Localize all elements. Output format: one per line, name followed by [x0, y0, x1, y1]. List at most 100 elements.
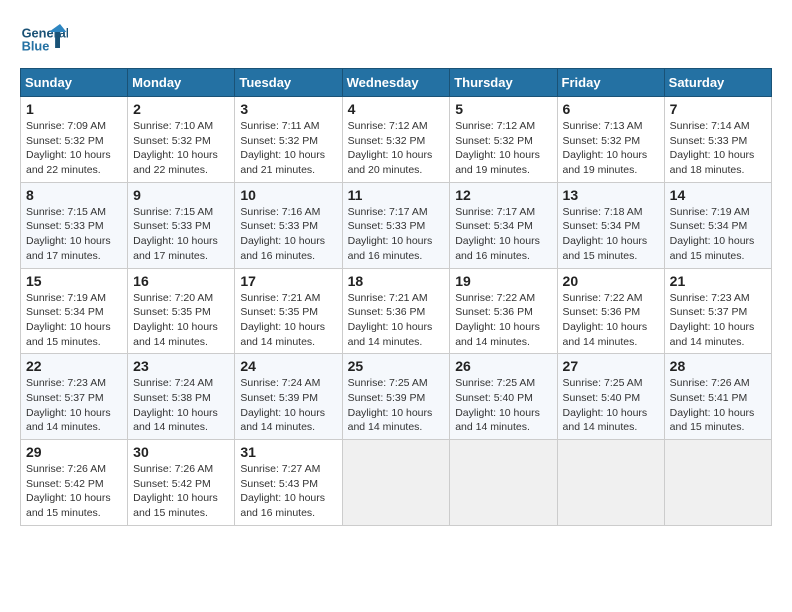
day-number: 19 [455, 273, 551, 289]
day-info: Sunrise: 7:14 AMSunset: 5:33 PMDaylight:… [670, 119, 766, 178]
day-info: Sunrise: 7:22 AMSunset: 5:36 PMDaylight:… [563, 291, 659, 350]
day-number: 10 [240, 187, 336, 203]
day-info: Sunrise: 7:27 AMSunset: 5:43 PMDaylight:… [240, 462, 336, 521]
day-of-week-header: Monday [128, 69, 235, 97]
calendar-day-cell: 4Sunrise: 7:12 AMSunset: 5:32 PMDaylight… [342, 97, 450, 183]
day-number: 20 [563, 273, 659, 289]
day-info: Sunrise: 7:24 AMSunset: 5:38 PMDaylight:… [133, 376, 229, 435]
calendar-day-cell: 1 Sunrise: 7:09 AMSunset: 5:32 PMDaylight… [21, 97, 128, 183]
page-header: General Blue [20, 20, 772, 60]
day-number: 18 [348, 273, 445, 289]
day-info: Sunrise: 7:12 AMSunset: 5:32 PMDaylight:… [348, 119, 445, 178]
day-number: 13 [563, 187, 659, 203]
day-number: 31 [240, 444, 336, 460]
day-number: 16 [133, 273, 229, 289]
day-info: Sunrise: 7:09 AMSunset: 5:32 PMDaylight:… [26, 119, 122, 178]
calendar-day-cell [342, 440, 450, 526]
day-number: 17 [240, 273, 336, 289]
day-info: Sunrise: 7:11 AMSunset: 5:32 PMDaylight:… [240, 119, 336, 178]
day-number: 2 [133, 101, 229, 117]
calendar-day-cell: 15 Sunrise: 7:19 AMSunset: 5:34 PMDayligh… [21, 268, 128, 354]
calendar-day-cell: 25 Sunrise: 7:25 AMSunset: 5:39 PMDayligh… [342, 354, 450, 440]
calendar-day-cell [557, 440, 664, 526]
calendar-day-cell: 12 Sunrise: 7:17 AMSunset: 5:34 PMDayligh… [450, 182, 557, 268]
calendar-day-cell: 14Sunrise: 7:19 AMSunset: 5:34 PMDayligh… [664, 182, 771, 268]
day-of-week-header: Saturday [664, 69, 771, 97]
calendar-day-cell: 22Sunrise: 7:23 AMSunset: 5:37 PMDayligh… [21, 354, 128, 440]
calendar-day-cell: 31 Sunrise: 7:27 AMSunset: 5:43 PMDayligh… [235, 440, 342, 526]
day-number: 5 [455, 101, 551, 117]
day-number: 12 [455, 187, 551, 203]
day-number: 25 [348, 358, 445, 374]
calendar-day-cell: 23 Sunrise: 7:24 AMSunset: 5:38 PMDayligh… [128, 354, 235, 440]
day-info: Sunrise: 7:24 AMSunset: 5:39 PMDaylight:… [240, 376, 336, 435]
calendar-day-cell: 29 Sunrise: 7:26 AMSunset: 5:42 PMDayligh… [21, 440, 128, 526]
day-number: 24 [240, 358, 336, 374]
calendar-day-cell: 27Sunrise: 7:25 AMSunset: 5:40 PMDayligh… [557, 354, 664, 440]
day-info: Sunrise: 7:26 AMSunset: 5:41 PMDaylight:… [670, 376, 766, 435]
calendar-day-cell: 20 Sunrise: 7:22 AMSunset: 5:36 PMDayligh… [557, 268, 664, 354]
calendar-week-row: 1 Sunrise: 7:09 AMSunset: 5:32 PMDaylight… [21, 97, 772, 183]
calendar-week-row: 8Sunrise: 7:15 AMSunset: 5:33 PMDaylight… [21, 182, 772, 268]
day-number: 9 [133, 187, 229, 203]
day-info: Sunrise: 7:20 AMSunset: 5:35 PMDaylight:… [133, 291, 229, 350]
calendar-day-cell: 17Sunrise: 7:21 AMSunset: 5:35 PMDayligh… [235, 268, 342, 354]
calendar-day-cell: 19 Sunrise: 7:22 AMSunset: 5:36 PMDayligh… [450, 268, 557, 354]
calendar-header-row: SundayMondayTuesdayWednesdayThursdayFrid… [21, 69, 772, 97]
day-info: Sunrise: 7:26 AMSunset: 5:42 PMDaylight:… [26, 462, 122, 521]
day-info: Sunrise: 7:12 AMSunset: 5:32 PMDaylight:… [455, 119, 551, 178]
svg-text:Blue: Blue [22, 38, 50, 53]
day-info: Sunrise: 7:18 AMSunset: 5:34 PMDaylight:… [563, 205, 659, 264]
day-info: Sunrise: 7:25 AMSunset: 5:40 PMDaylight:… [563, 376, 659, 435]
day-number: 30 [133, 444, 229, 460]
day-of-week-header: Tuesday [235, 69, 342, 97]
calendar-day-cell: 30Sunrise: 7:26 AMSunset: 5:42 PMDayligh… [128, 440, 235, 526]
calendar-day-cell: 24 Sunrise: 7:24 AMSunset: 5:39 PMDayligh… [235, 354, 342, 440]
day-info: Sunrise: 7:10 AMSunset: 5:32 PMDaylight:… [133, 119, 229, 178]
day-info: Sunrise: 7:25 AMSunset: 5:39 PMDaylight:… [348, 376, 445, 435]
day-number: 7 [670, 101, 766, 117]
day-number: 21 [670, 273, 766, 289]
day-number: 29 [26, 444, 122, 460]
day-info: Sunrise: 7:22 AMSunset: 5:36 PMDaylight:… [455, 291, 551, 350]
day-number: 1 [26, 101, 122, 117]
day-number: 23 [133, 358, 229, 374]
day-of-week-header: Thursday [450, 69, 557, 97]
calendar-week-row: 15 Sunrise: 7:19 AMSunset: 5:34 PMDayligh… [21, 268, 772, 354]
calendar-day-cell: 16 Sunrise: 7:20 AMSunset: 5:35 PMDayligh… [128, 268, 235, 354]
day-info: Sunrise: 7:19 AMSunset: 5:34 PMDaylight:… [26, 291, 122, 350]
calendar-day-cell: 13 Sunrise: 7:18 AMSunset: 5:34 PMDayligh… [557, 182, 664, 268]
calendar-day-cell: 28 Sunrise: 7:26 AMSunset: 5:41 PMDayligh… [664, 354, 771, 440]
day-number: 28 [670, 358, 766, 374]
calendar-day-cell: 21Sunrise: 7:23 AMSunset: 5:37 PMDayligh… [664, 268, 771, 354]
day-of-week-header: Friday [557, 69, 664, 97]
day-number: 3 [240, 101, 336, 117]
day-info: Sunrise: 7:13 AMSunset: 5:32 PMDaylight:… [563, 119, 659, 178]
calendar-week-row: 29 Sunrise: 7:26 AMSunset: 5:42 PMDayligh… [21, 440, 772, 526]
day-info: Sunrise: 7:25 AMSunset: 5:40 PMDaylight:… [455, 376, 551, 435]
day-info: Sunrise: 7:17 AMSunset: 5:34 PMDaylight:… [455, 205, 551, 264]
calendar-day-cell [450, 440, 557, 526]
day-info: Sunrise: 7:16 AMSunset: 5:33 PMDaylight:… [240, 205, 336, 264]
day-number: 6 [563, 101, 659, 117]
day-of-week-header: Sunday [21, 69, 128, 97]
day-number: 8 [26, 187, 122, 203]
calendar-day-cell: 8Sunrise: 7:15 AMSunset: 5:33 PMDaylight… [21, 182, 128, 268]
day-info: Sunrise: 7:19 AMSunset: 5:34 PMDaylight:… [670, 205, 766, 264]
calendar-day-cell: 7 Sunrise: 7:14 AMSunset: 5:33 PMDaylight… [664, 97, 771, 183]
logo: General Blue [20, 20, 72, 60]
day-info: Sunrise: 7:17 AMSunset: 5:33 PMDaylight:… [348, 205, 445, 264]
day-number: 22 [26, 358, 122, 374]
day-info: Sunrise: 7:21 AMSunset: 5:36 PMDaylight:… [348, 291, 445, 350]
day-number: 15 [26, 273, 122, 289]
calendar-day-cell: 11 Sunrise: 7:17 AMSunset: 5:33 PMDayligh… [342, 182, 450, 268]
calendar-day-cell: 10 Sunrise: 7:16 AMSunset: 5:33 PMDayligh… [235, 182, 342, 268]
calendar-day-cell: 9Sunrise: 7:15 AMSunset: 5:33 PMDaylight… [128, 182, 235, 268]
calendar-week-row: 22Sunrise: 7:23 AMSunset: 5:37 PMDayligh… [21, 354, 772, 440]
calendar-table: SundayMondayTuesdayWednesdayThursdayFrid… [20, 68, 772, 526]
calendar-day-cell: 5 Sunrise: 7:12 AMSunset: 5:32 PMDaylight… [450, 97, 557, 183]
day-of-week-header: Wednesday [342, 69, 450, 97]
day-number: 11 [348, 187, 445, 203]
calendar-day-cell: 2 Sunrise: 7:10 AMSunset: 5:32 PMDaylight… [128, 97, 235, 183]
calendar-day-cell: 3 Sunrise: 7:11 AMSunset: 5:32 PMDaylight… [235, 97, 342, 183]
